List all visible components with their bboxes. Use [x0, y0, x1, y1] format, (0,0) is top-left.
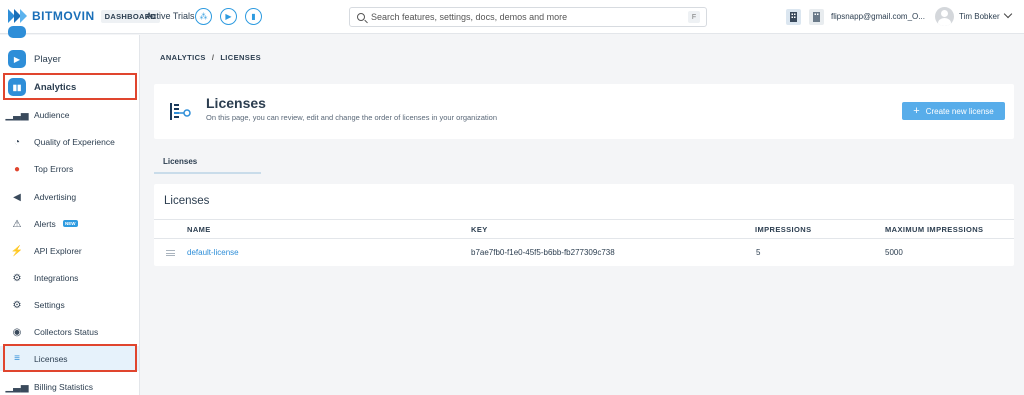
search-icon: [357, 13, 365, 21]
column-header-maximum-impressions[interactable]: MAXIMUM IMPRESSIONS: [885, 225, 983, 234]
highlight-box-analytics: [3, 73, 137, 100]
sidebar-item-audience[interactable]: ▁▃▅ Audience: [0, 108, 139, 122]
chevron-down-icon[interactable]: [1003, 9, 1013, 19]
gear-icon: ⚙: [12, 299, 22, 311]
analytics-trial-icon[interactable]: ▮: [245, 8, 262, 25]
table-title: Licenses: [164, 195, 210, 207]
sidebar-item-label: Alerts: [34, 219, 56, 229]
column-header-name[interactable]: NAME: [187, 225, 211, 234]
player-trial-icon[interactable]: ▶: [220, 8, 237, 25]
column-header-impressions[interactable]: IMPRESSIONS: [755, 225, 812, 234]
bitmovin-logo[interactable]: BITMOVIN DASHBOARD: [8, 9, 161, 23]
sidebar-item-integrations[interactable]: ⚙ Integrations: [0, 271, 139, 285]
encoding-trial-icon[interactable]: ⁂: [195, 8, 212, 25]
search-shortcut-key: F: [688, 11, 700, 23]
breadcrumb: ANALYTICS / LICENSES: [160, 53, 261, 62]
sidebar-item-label: Collectors Status: [34, 327, 99, 337]
licenses-icon: [170, 103, 191, 120]
sidebar-item-label: Top Errors: [34, 164, 74, 174]
breadcrumb-root[interactable]: ANALYTICS: [160, 53, 206, 62]
sidebar: ▶ Player ▮▮ Analytics ▁▃▅ Audience ◔ Qua…: [0, 26, 140, 395]
sidebar-item-top-errors[interactable]: ● Top Errors: [0, 162, 139, 176]
license-max-impressions: 5000: [885, 248, 903, 257]
billing-icon: ▁▃▅: [5, 381, 29, 393]
audience-icon: ▁▃▅: [5, 109, 29, 121]
sidebar-item-player[interactable]: ▶ Player: [0, 49, 139, 69]
table-row[interactable]: default-license b7ae7fb0-f1e0-45f5-b6bb-…: [154, 239, 1014, 266]
page-header-card: Licenses On this page, you can review, e…: [154, 84, 1014, 139]
licenses-table-card: Licenses NAME KEY IMPRESSIONS MAXIMUM IM…: [154, 184, 1014, 266]
siren-icon: ⚠: [12, 218, 22, 230]
table-header: NAME KEY IMPRESSIONS MAXIMUM IMPRESSIONS: [154, 219, 1014, 239]
sidebar-item-billing-statistics[interactable]: ▁▃▅ Billing Statistics: [0, 380, 139, 394]
sidebar-item-alerts[interactable]: ⚠ Alerts NEW: [0, 217, 139, 231]
breadcrumb-current: LICENSES: [220, 53, 262, 62]
sidebar-item-advertising[interactable]: ◀ Advertising: [0, 190, 139, 204]
create-button-label: Create new license: [925, 106, 994, 116]
integrations-icon: ⚙: [12, 272, 22, 284]
search-bar[interactable]: Search features, settings, docs, demos a…: [349, 7, 707, 27]
sidebar-item-label: Integrations: [34, 273, 79, 283]
search-placeholder: Search features, settings, docs, demos a…: [371, 12, 568, 22]
sidebar-item-label: Settings: [34, 300, 65, 310]
encoding-icon[interactable]: [8, 26, 26, 38]
sidebar-item-label: Quality of Experience: [34, 137, 115, 147]
tab-licenses[interactable]: Licenses: [154, 153, 261, 174]
gauge-icon: ◔: [13, 136, 21, 148]
bitmovin-logo-icon: [8, 9, 27, 23]
highlight-box-licenses: [3, 344, 137, 372]
new-badge: NEW: [63, 220, 78, 227]
sidebar-item-label: Advertising: [34, 192, 77, 202]
brand-name: BITMOVIN: [32, 9, 95, 23]
license-key: b7ae7fb0-f1e0-45f5-b6bb-fb277309c738: [471, 248, 615, 257]
plus-icon: +: [913, 104, 920, 117]
avatar[interactable]: [935, 7, 954, 26]
column-header-key[interactable]: KEY: [471, 225, 488, 234]
organization-icon[interactable]: [786, 9, 801, 25]
sidebar-item-api-explorer[interactable]: ⚡ API Explorer: [0, 244, 139, 258]
sidebar-item-label: Player: [34, 53, 61, 65]
license-name-link[interactable]: default-license: [187, 248, 239, 257]
sidebar-item-settings[interactable]: ⚙ Settings: [0, 298, 139, 312]
page-title: Licenses: [206, 95, 266, 111]
drag-handle-icon[interactable]: [166, 250, 175, 256]
breadcrumb-separator: /: [211, 53, 215, 62]
active-trials-label: Active Trials: [146, 11, 195, 21]
sidebar-item-label: Audience: [34, 110, 70, 120]
megaphone-icon: ◀: [13, 191, 21, 203]
sidebar-item-label: Billing Statistics: [34, 382, 94, 392]
workspace-icon[interactable]: [809, 9, 824, 25]
error-icon: ●: [13, 163, 21, 175]
sidebar-item-collectors-status[interactable]: ◉ Collectors Status: [0, 325, 139, 339]
account-email[interactable]: flipsnapp@gmail.com_O...: [831, 12, 925, 21]
license-impressions: 5: [756, 248, 761, 257]
sidebar-item-quality-of-experience[interactable]: ◔ Quality of Experience: [0, 135, 139, 149]
collectors-icon: ◉: [12, 326, 22, 338]
player-icon: ▶: [8, 50, 26, 68]
create-new-license-button[interactable]: + Create new license: [902, 102, 1005, 120]
api-explorer-icon: ⚡: [10, 245, 24, 257]
page-subtitle: On this page, you can review, edit and c…: [206, 113, 498, 122]
sidebar-item-label: API Explorer: [34, 246, 82, 256]
user-name[interactable]: Tim Bobker: [959, 12, 1000, 21]
tab-label: Licenses: [163, 157, 198, 166]
top-bar: BITMOVIN DASHBOARD Active Trials ⁂ ▶ ▮ S…: [0, 0, 1024, 34]
